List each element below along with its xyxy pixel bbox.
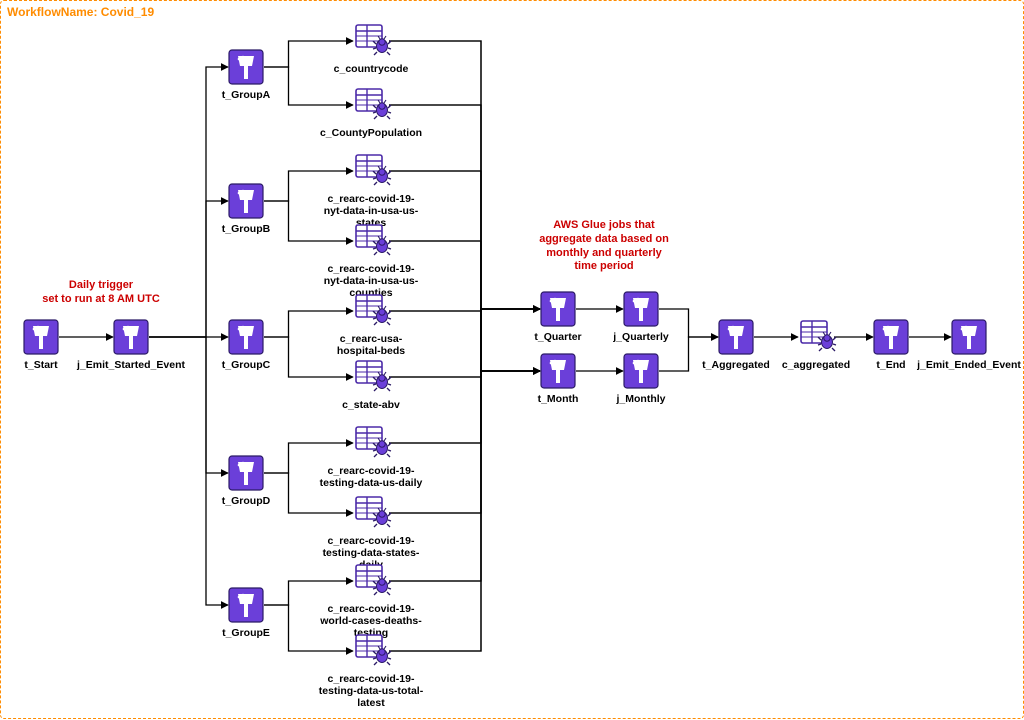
node-label: t_GroupE — [186, 627, 306, 639]
trigger-icon — [23, 319, 59, 355]
crawler-icon — [353, 359, 389, 395]
node-c_testing_states_daily[interactable]: c_rearc-covid-19-testing-data-states-dai… — [306, 495, 436, 571]
node-label: t_GroupA — [186, 89, 306, 101]
trigger-icon — [228, 587, 264, 623]
node-label: c_countrycode — [311, 63, 431, 75]
crawler-icon — [353, 223, 389, 259]
node-label: c_rearc-usa-hospital-beds — [311, 333, 431, 357]
node-c_CountyPopulation[interactable]: c_CountyPopulation — [306, 87, 436, 139]
annotation-daily-trigger: Daily triggerset to run at 8 AM UTC — [31, 279, 171, 307]
node-c_world_cases[interactable]: c_rearc-covid-19-world-cases-deaths-test… — [306, 563, 436, 639]
node-t_GroupB[interactable]: t_GroupB — [181, 183, 311, 235]
node-label: j_Emit_Ended_Event — [909, 359, 1024, 371]
node-j_Emit_Started_Event[interactable]: j_Emit_Started_Event — [66, 319, 196, 371]
trigger-icon — [623, 353, 659, 389]
trigger-icon — [113, 319, 149, 355]
workflow-canvas: WorkflowName: Covid_19 Daily triggerset … — [0, 0, 1024, 719]
node-label: t_GroupD — [186, 495, 306, 507]
node-c_countrycode[interactable]: c_countrycode — [306, 23, 436, 75]
trigger-icon — [228, 455, 264, 491]
crawler-icon — [353, 23, 389, 59]
crawler-icon — [353, 425, 389, 461]
crawler-icon — [353, 495, 389, 531]
trigger-icon — [951, 319, 987, 355]
trigger-icon — [718, 319, 754, 355]
node-t_GroupD[interactable]: t_GroupD — [181, 455, 311, 507]
node-t_GroupA[interactable]: t_GroupA — [181, 49, 311, 101]
trigger-icon — [623, 291, 659, 327]
node-t_GroupC[interactable]: t_GroupC — [181, 319, 311, 371]
node-label: t_GroupB — [186, 223, 306, 235]
node-label: j_Monthly — [581, 393, 701, 405]
node-c_state_abv[interactable]: c_state-abv — [306, 359, 436, 411]
workflow-title: WorkflowName: Covid_19 — [7, 5, 154, 19]
node-label: c_rearc-covid-19-testing-data-us-total-l… — [311, 673, 431, 709]
crawler-icon — [353, 633, 389, 669]
node-label: c_state-abv — [311, 399, 431, 411]
trigger-icon — [228, 183, 264, 219]
node-c_testing_us_daily[interactable]: c_rearc-covid-19-testing-data-us-daily — [306, 425, 436, 489]
node-c_rearc_hospital_beds[interactable]: c_rearc-usa-hospital-beds — [306, 293, 436, 357]
node-c_rearc_nyt_states[interactable]: c_rearc-covid-19-nyt-data-in-usa-us-stat… — [306, 153, 436, 229]
node-c_rearc_nyt_counties[interactable]: c_rearc-covid-19-nyt-data-in-usa-us-coun… — [306, 223, 436, 299]
node-label: t_GroupC — [186, 359, 306, 371]
node-label: c_rearc-covid-19-testing-data-us-daily — [311, 465, 431, 489]
node-label: j_Emit_Started_Event — [71, 359, 191, 371]
node-t_GroupE[interactable]: t_GroupE — [181, 587, 311, 639]
node-c_testing_total_latest[interactable]: c_rearc-covid-19-testing-data-us-total-l… — [306, 633, 436, 709]
crawler-icon — [353, 293, 389, 329]
crawler-icon — [353, 563, 389, 599]
crawler-icon — [353, 87, 389, 123]
crawler-icon — [353, 153, 389, 189]
node-label: c_CountyPopulation — [311, 127, 431, 139]
trigger-icon — [228, 319, 264, 355]
trigger-icon — [540, 353, 576, 389]
node-j_Emit_Ended_Event[interactable]: j_Emit_Ended_Event — [904, 319, 1024, 371]
trigger-icon — [540, 291, 576, 327]
annotation-aggregate-desc: AWS Glue jobs thataggregate data based o… — [519, 219, 689, 274]
trigger-icon — [228, 49, 264, 85]
